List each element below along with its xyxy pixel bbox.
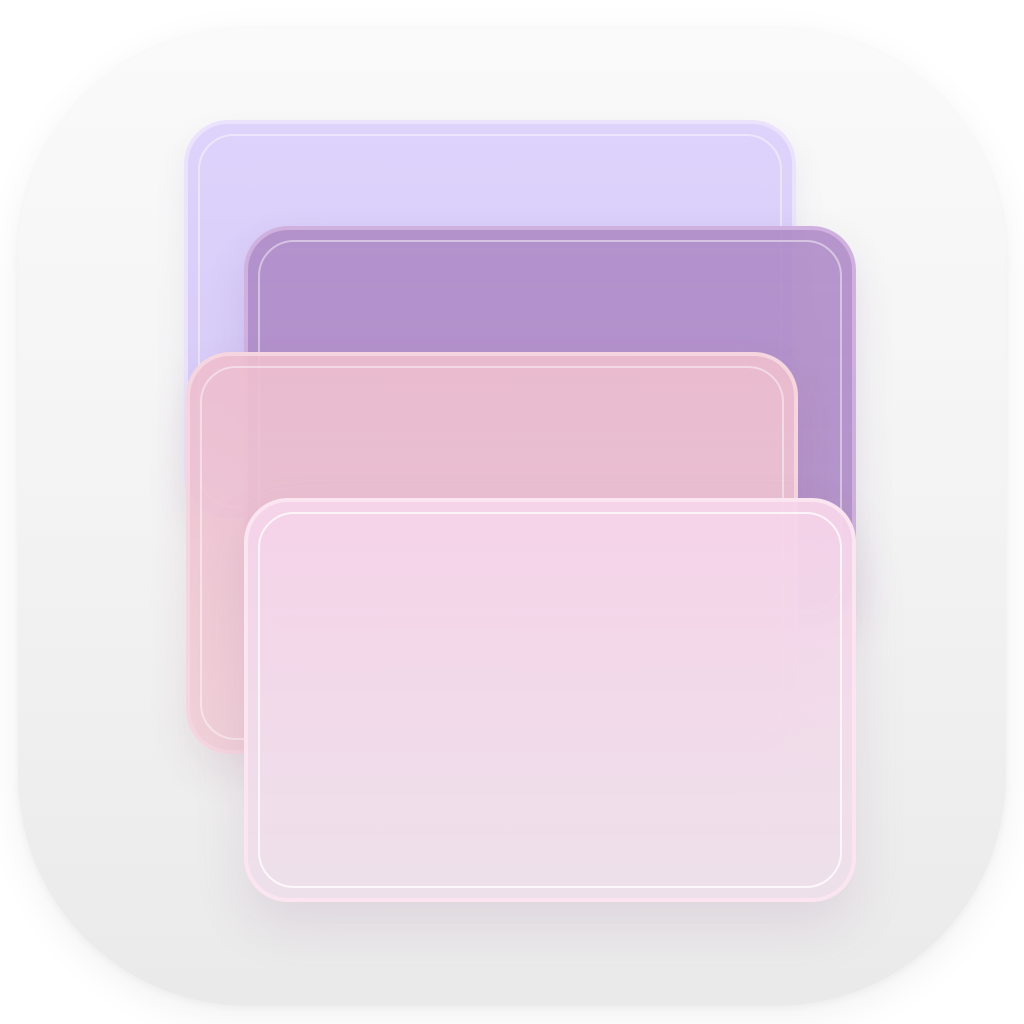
pink-card-icon — [244, 498, 856, 902]
app-icon-canvas — [0, 0, 1024, 1024]
